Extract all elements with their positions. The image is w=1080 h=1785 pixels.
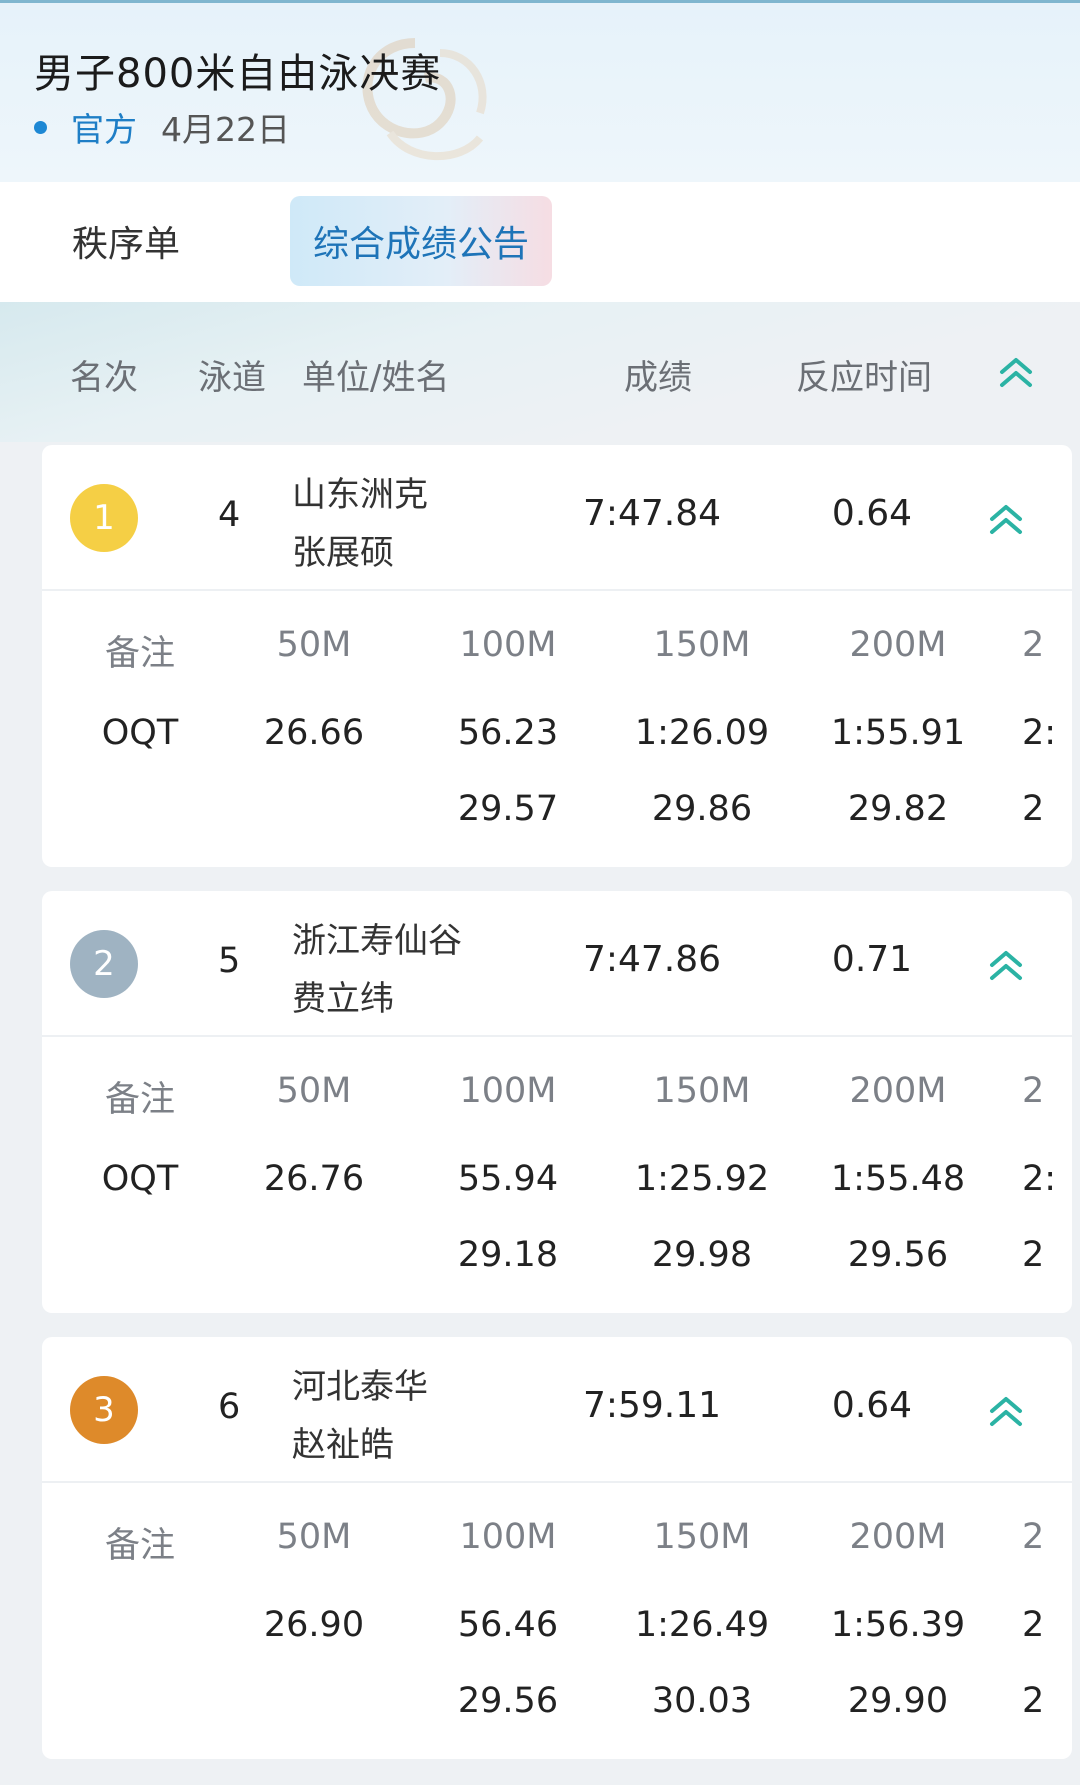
lap-split: 29.18	[457, 1235, 559, 1275]
result-card: 2 5 浙江寿仙谷费立纬 7:47.86 0.71 备注 50M 100M 150M 200M 2 O…	[42, 891, 1072, 1313]
lap-split: 29.90	[847, 1681, 949, 1721]
final-time: 7:59.11	[582, 1385, 722, 1426]
rank-medal-icon: 2	[70, 930, 138, 998]
rank-medal-icon: 3	[70, 1376, 138, 1444]
page-title: 男子800米自由泳决赛	[34, 51, 442, 97]
collapse-row-icon[interactable]	[986, 499, 1026, 539]
result-summary-row[interactable]: 3 6 河北泰华赵祉皓 7:59.11 0.64	[42, 1337, 1072, 1483]
lap-split: 29.82	[847, 789, 949, 829]
result-card: 3 6 河北泰华 赵祉皓 7:59.11 0.64 备注 50M 100M 150M 200M 2 26…	[42, 1337, 1072, 1759]
cumulative-split: 2:	[1022, 713, 1057, 753]
lap-split: 29.56	[847, 1235, 949, 1275]
column-score: 成绩	[624, 358, 692, 398]
team-name: 河北泰华	[292, 1367, 428, 1407]
cumulative-split: 1:26.09	[634, 713, 770, 753]
final-time: 7:47.84	[582, 493, 722, 534]
lap-split: 29.57	[457, 789, 559, 829]
split-header-d200: 200M	[849, 625, 947, 665]
split-header-d100: 100M	[459, 1071, 557, 1111]
athlete-name: 费立纬	[292, 979, 394, 1019]
split-details: 备注 50M 100M 150M 200M 2 OQT 26.76 55.94 1:25.92 1:…	[42, 1037, 1072, 1313]
tab-bar: 秩序单 综合成绩公告	[0, 182, 1080, 302]
lap-split: 2	[1022, 1681, 1045, 1721]
result-card: 1 4 山东洲克张展硕 7:47.84 0.64 备注 50M 100M 150M 200M 2 OQ…	[42, 445, 1072, 867]
page-header: 男子800米自由泳决赛 官方 4月22日	[0, 0, 1080, 182]
column-name: 单位/姓名	[302, 358, 450, 398]
split-details: 备注 50M 100M 150M 200M 2 26.90 56.46 1:26.49 1:56.…	[42, 1483, 1072, 1759]
athlete-name: 赵祉皓	[292, 1425, 394, 1465]
reaction-time: 0.64	[831, 493, 913, 534]
cumulative-split: 55.94	[457, 1159, 559, 1199]
cumulative-split: 26.90	[263, 1605, 365, 1645]
rank-medal-icon: 1	[70, 484, 138, 552]
cumulative-split: 1:56.39	[830, 1605, 966, 1645]
athlete-name: 张展硕	[292, 533, 394, 573]
cumulative-split: 2:	[1022, 1159, 1057, 1199]
split-header-d150: 150M	[653, 625, 751, 665]
cumulative-split: 1:25.92	[634, 1159, 770, 1199]
tab-sequence[interactable]: 秩序单	[50, 196, 202, 286]
split-header-d200: 200M	[849, 1071, 947, 1111]
split-header-note: 备注	[104, 1080, 175, 1120]
reaction-time: 0.64	[831, 1385, 913, 1426]
collapse-row-icon[interactable]	[986, 1391, 1026, 1431]
lane-number: 5	[218, 941, 241, 981]
split-header-d100: 100M	[459, 625, 557, 665]
final-time: 7:47.86	[582, 939, 722, 980]
source-label: 官方	[71, 110, 137, 149]
team-name: 浙江寿仙谷	[292, 921, 462, 961]
split-header-d150: 150M	[653, 1517, 751, 1557]
cumulative-split: 56.23	[457, 713, 559, 753]
collapse-row-icon[interactable]	[986, 945, 1026, 985]
team-name: 山东洲克	[292, 475, 428, 515]
split-header-d100: 100M	[459, 1517, 557, 1557]
lap-split: 29.56	[457, 1681, 559, 1721]
lap-split: 2	[1022, 789, 1045, 829]
split-header-d200: 200M	[849, 1517, 947, 1557]
result-summary-row[interactable]: 1 4 山东洲克张展硕 7:47.84 0.64	[42, 445, 1072, 591]
cumulative-split: 1:26.49	[634, 1605, 770, 1645]
dot-icon	[34, 120, 47, 134]
split-header-note: 备注	[104, 1526, 175, 1566]
split-header-d250: 2	[1022, 625, 1045, 665]
lap-split: 30.03	[651, 1681, 753, 1721]
cumulative-split: 56.46	[457, 1605, 559, 1645]
result-summary-row[interactable]: 2 5 浙江寿仙谷费立纬 7:47.86 0.71	[42, 891, 1072, 1037]
cumulative-split: 2	[1022, 1605, 1045, 1645]
tab-results[interactable]: 综合成绩公告	[290, 196, 552, 286]
column-rank: 名次	[70, 358, 138, 398]
cumulative-split: 26.76	[263, 1159, 365, 1199]
lap-split: 29.86	[651, 789, 753, 829]
split-details: 备注 50M 100M 150M 200M 2 OQT 26.66 56.23 1:26.09 1:…	[42, 591, 1072, 867]
cumulative-split: 1:55.91	[830, 713, 966, 753]
split-header-d150: 150M	[653, 1071, 751, 1111]
column-reaction: 反应时间	[796, 358, 932, 398]
lap-split: 2	[1022, 1235, 1045, 1275]
column-header: 名次 泳道 单位/姓名 成绩 反应时间	[0, 302, 1080, 442]
qualification-note: OQT	[101, 713, 179, 753]
split-header-d250: 2	[1022, 1071, 1045, 1111]
header-meta: 官方 4月22日	[34, 103, 290, 151]
cumulative-split: 1:55.48	[830, 1159, 966, 1199]
cumulative-split: 26.66	[263, 713, 365, 753]
collapse-all-icon[interactable]	[996, 352, 1036, 392]
split-header-d50: 50M	[276, 625, 352, 665]
lap-split: 29.98	[651, 1235, 753, 1275]
split-header-note: 备注	[104, 634, 175, 674]
qualification-note: OQT	[101, 1159, 179, 1199]
date-label: 4月22日	[161, 110, 290, 149]
split-header-d50: 50M	[276, 1517, 352, 1557]
split-header-d250: 2	[1022, 1517, 1045, 1557]
reaction-time: 0.71	[831, 939, 913, 980]
lane-number: 4	[218, 495, 241, 535]
column-lane: 泳道	[198, 358, 266, 398]
split-header-d50: 50M	[276, 1071, 352, 1111]
lane-number: 6	[218, 1387, 241, 1427]
